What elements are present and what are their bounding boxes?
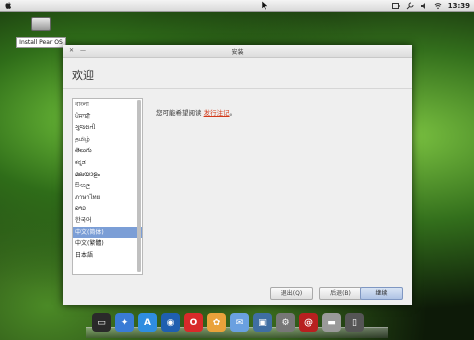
- language-list-item[interactable]: తెలుగు: [73, 145, 142, 157]
- volume-icon[interactable]: [420, 2, 428, 10]
- language-list-item[interactable]: සිංහල: [73, 180, 142, 192]
- release-notes-link[interactable]: 发行注记: [204, 109, 230, 117]
- drive-icon: [31, 17, 51, 31]
- trash-icon[interactable]: ▯: [345, 313, 364, 332]
- back-button[interactable]: 后退(B): [319, 287, 362, 300]
- browser-icon[interactable]: ◉: [161, 313, 180, 332]
- language-list-item[interactable]: 日本語: [73, 250, 142, 262]
- photo-icon[interactable]: ✿: [207, 313, 226, 332]
- email-icon[interactable]: @: [299, 313, 318, 332]
- install-desktop-icon[interactable]: Install Pear OS: [16, 17, 66, 48]
- network-icon[interactable]: [434, 2, 442, 10]
- opera-icon[interactable]: O: [184, 313, 203, 332]
- mouse-cursor-icon: [262, 1, 268, 10]
- installer-window: ✕ — 安装 欢迎 বাংলা ਪੰਜਾਬੀ ગુજરાતી தமிழ் తెలుగు ಕ…: [63, 45, 412, 305]
- language-list-item[interactable]: ລາວ: [73, 203, 142, 215]
- compass-icon[interactable]: ✦: [115, 313, 134, 332]
- window-title: 安装: [231, 49, 244, 56]
- page-title: 欢迎: [72, 69, 94, 82]
- language-list-item[interactable]: ภาษาไทย: [73, 192, 142, 204]
- system-tray: 13:39: [391, 0, 470, 11]
- quit-button[interactable]: 退出(Q): [270, 287, 313, 300]
- language-list-item[interactable]: ਪੰਜਾਬੀ: [73, 111, 142, 123]
- wrench-icon[interactable]: [406, 2, 414, 10]
- prompt-suffix: 。: [229, 109, 237, 117]
- window-titlebar[interactable]: ✕ — 安装: [63, 45, 412, 58]
- monitor-icon[interactable]: ▭: [92, 313, 111, 332]
- language-list-item[interactable]: বাংলা: [73, 99, 142, 111]
- install-icon-label: Install Pear OS: [16, 37, 66, 48]
- language-list-item[interactable]: 한국어: [73, 215, 142, 227]
- language-list-item[interactable]: ગુજરાતી: [73, 122, 142, 134]
- language-list-item[interactable]: 中文(繁體): [73, 238, 142, 250]
- language-list[interactable]: বাংলা ਪੰਜਾਬੀ ગુજરાતી தமிழ் తెలుగు ಕನ್ನಡ മലയാളം…: [72, 98, 143, 275]
- language-list-item[interactable]: ಕನ್ನಡ: [73, 157, 142, 169]
- language-list-item[interactable]: 中文(简体): [73, 226, 142, 239]
- app-store-icon[interactable]: A: [138, 313, 157, 332]
- scrollbar[interactable]: [137, 100, 141, 272]
- drive-icon[interactable]: ▬: [322, 313, 341, 332]
- clock[interactable]: 13:39: [448, 2, 470, 10]
- dock: ▭ ✦ A ◉ O ✿ ✉ ▣ ⚙ @ ▬ ▯: [86, 312, 388, 338]
- language-list-item[interactable]: മലയാളം: [73, 169, 142, 181]
- top-panel: 13:39: [0, 0, 474, 12]
- language-list-item[interactable]: தமிழ்: [73, 134, 142, 146]
- apple-menu-icon[interactable]: [4, 1, 13, 10]
- prompt-text: 您可能希望阅读: [156, 109, 202, 117]
- preview-icon[interactable]: ▣: [253, 313, 272, 332]
- release-notes-prompt: 您可能希望阅读 发行注记。: [156, 107, 236, 117]
- battery-icon[interactable]: [391, 2, 400, 10]
- mail-icon[interactable]: ✉: [230, 313, 249, 332]
- divider: [63, 88, 412, 89]
- utility-icon[interactable]: ⚙: [276, 313, 295, 332]
- continue-button[interactable]: 继续: [360, 287, 403, 300]
- scrollbar-thumb[interactable]: [137, 100, 141, 272]
